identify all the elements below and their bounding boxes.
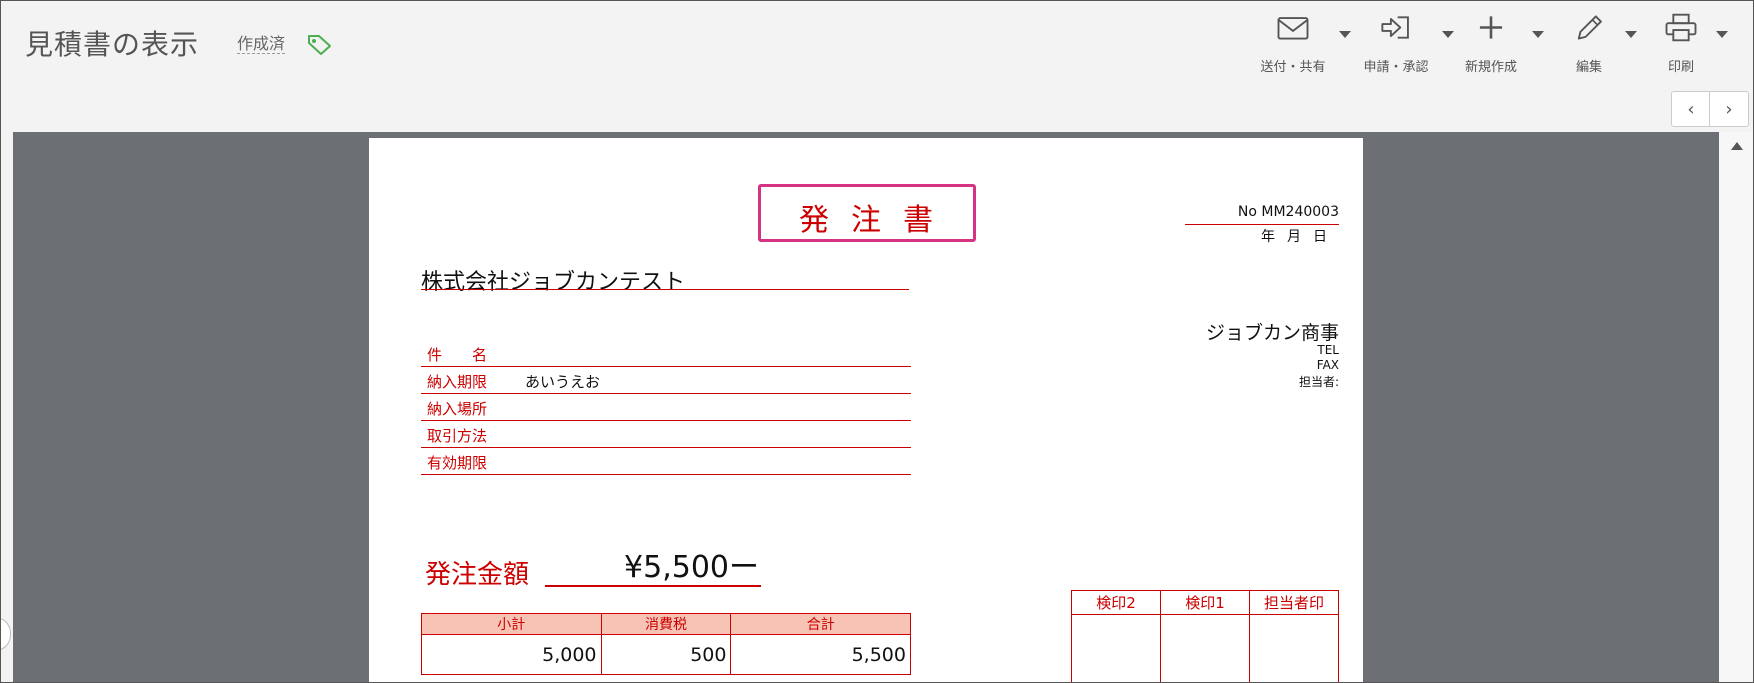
- field-label: 納入期限: [427, 373, 488, 391]
- prev-page-button[interactable]: ‹: [1671, 91, 1711, 127]
- field-row: 件 名: [421, 340, 911, 367]
- field-row: 納入場所: [421, 394, 911, 421]
- edit-button[interactable]: 編集: [1539, 13, 1639, 75]
- status-link[interactable]: 作成済: [237, 35, 286, 54]
- issuer-person: 担当者:: [1298, 375, 1339, 389]
- issuer-fax: FAX: [1316, 358, 1339, 372]
- summary-cell: 5,500: [730, 634, 911, 675]
- field-label: 件 名: [427, 346, 488, 364]
- send-share-button[interactable]: 送付・共有: [1243, 13, 1343, 75]
- print-dropdown[interactable]: [1716, 31, 1728, 38]
- field-label: 取引方法: [427, 427, 488, 445]
- page-title: 見積書の表示: [25, 28, 200, 61]
- field-value: あいうえお: [525, 373, 601, 391]
- stamp-header: 担当者印: [1249, 590, 1339, 615]
- envelope-icon: [1277, 17, 1309, 40]
- next-page-button[interactable]: ›: [1709, 91, 1749, 127]
- app-window: 見積書の表示 作成済 送付・共有 申請・承認 新規作成 編集 印刷 ‹ › 発注…: [0, 0, 1754, 683]
- print-label: 印刷: [1667, 60, 1694, 75]
- field-row: 有効期限: [421, 448, 911, 475]
- stamp-header: 検印2: [1071, 590, 1161, 615]
- document-date: 年月日: [1261, 229, 1339, 245]
- new-create-label: 新規作成: [1464, 60, 1517, 75]
- issuer-tel: TEL: [1317, 343, 1339, 357]
- plus-icon: [1479, 16, 1503, 39]
- document-number-underline: [1185, 224, 1339, 225]
- document-title: 発注書: [799, 203, 955, 238]
- stamp-cell: [1071, 614, 1161, 682]
- new-create-button[interactable]: 新規作成: [1441, 13, 1541, 75]
- side-panel-handle[interactable]: [1, 617, 11, 651]
- field-label: 有効期限: [427, 454, 488, 472]
- summary-header: 小計: [421, 613, 602, 635]
- scroll-up-icon[interactable]: [1731, 142, 1743, 150]
- printer-icon: [1665, 13, 1697, 42]
- viewer-scrollbar[interactable]: [1719, 132, 1753, 682]
- pencil-icon: [1577, 15, 1602, 40]
- field-row: 納入期限 あいうえお: [421, 367, 911, 394]
- apply-approve-label: 申請・承認: [1363, 60, 1429, 75]
- apply-approve-button[interactable]: 申請・承認: [1346, 13, 1446, 75]
- send-share-label: 送付・共有: [1260, 60, 1326, 75]
- stamp-cell: [1160, 614, 1250, 682]
- order-amount-value: ¥5,500ー: [545, 551, 761, 587]
- stamp-cell: [1249, 614, 1339, 682]
- summary-table: 小計 消費税 合計 5,000 500 5,500: [421, 613, 911, 675]
- document-number: No MM240003: [1237, 204, 1339, 220]
- document-page: 発注書 No MM240003 年月日 株式会社ジョブカンテスト ジョブカン商事…: [369, 138, 1363, 682]
- tag-icon[interactable]: [307, 33, 333, 55]
- summary-cell: 5,000: [421, 634, 602, 675]
- client-underline: [421, 289, 909, 290]
- sign-in-icon: [1381, 16, 1409, 39]
- client-name: 株式会社ジョブカンテスト: [421, 270, 686, 295]
- edit-label: 編集: [1575, 60, 1602, 75]
- order-amount-label: 発注金額: [425, 560, 530, 590]
- summary-header: 合計: [730, 613, 911, 635]
- issuer-company: ジョブカン商事: [1205, 322, 1339, 344]
- summary-cell: 500: [600, 634, 732, 675]
- summary-header: 消費税: [600, 613, 732, 635]
- stamp-header: 検印1: [1160, 590, 1250, 615]
- field-row: 取引方法: [421, 421, 911, 448]
- print-button[interactable]: 印刷: [1631, 13, 1731, 75]
- stamp-table: 検印2 検印1 担当者印: [1071, 590, 1339, 682]
- document-title-box: 発注書: [758, 184, 976, 242]
- field-label: 納入場所: [427, 400, 488, 418]
